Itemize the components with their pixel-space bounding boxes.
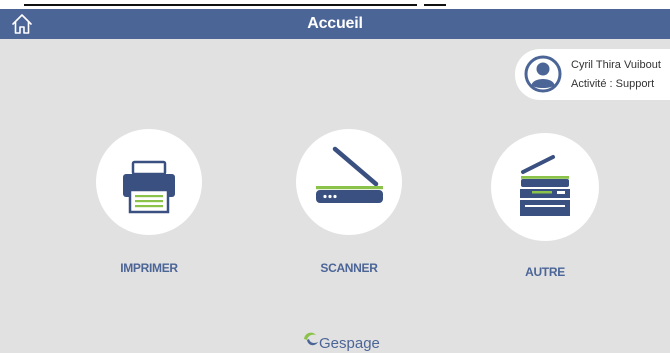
top-window-strip (0, 0, 670, 9)
scan-label: SCANNER (320, 261, 378, 275)
top-strip-bar (24, 4, 417, 6)
user-card: Cyril Thira Vuibout Activité : Support (515, 49, 670, 100)
printer-icon (123, 160, 175, 214)
gespage-logo-icon (304, 332, 318, 346)
other-circle (491, 133, 599, 241)
scan-circle (296, 129, 402, 235)
scan-button[interactable]: SCANNER (296, 129, 404, 279)
print-button[interactable]: IMPRIMER (96, 129, 204, 279)
app-header: Accueil (0, 9, 670, 39)
user-name: Cyril Thira Vuibout (571, 59, 661, 71)
user-activity: Activité : Support (571, 78, 655, 90)
multifunction-printer-icon (520, 155, 570, 216)
page-title: Accueil (307, 15, 363, 32)
scanner-icon (316, 146, 383, 203)
other-label: AUTRE (525, 265, 565, 279)
top-strip-bar-small (424, 4, 446, 6)
gespage-logo-text: Gespage (319, 335, 380, 352)
other-button[interactable]: AUTRE (491, 133, 601, 283)
print-label: IMPRIMER (120, 261, 178, 275)
print-circle (96, 129, 202, 235)
user-avatar-icon (524, 55, 562, 93)
gespage-logo: Gespage (301, 327, 391, 353)
